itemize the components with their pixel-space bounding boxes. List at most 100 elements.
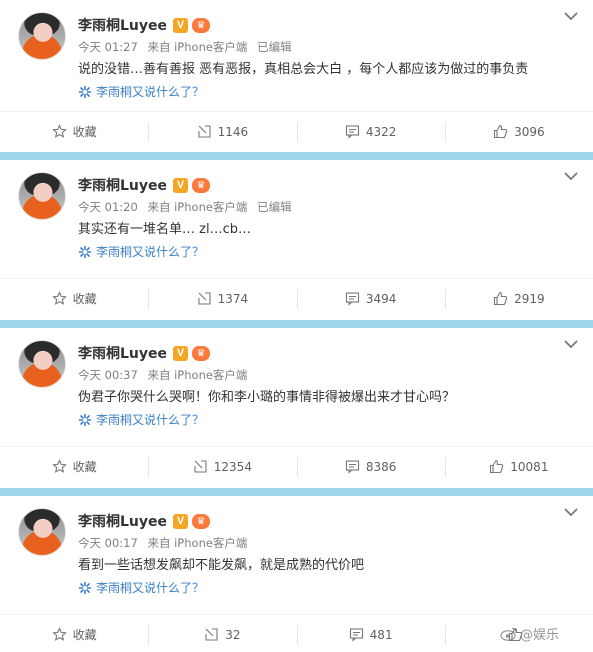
mention-link[interactable]: 李雨桐又说什么了？ [78,579,204,596]
post-content: 其实还有一堆名单… zl…cb… [78,222,251,237]
post-meta: 今天 01:27 来自 iPhone客户端 已编辑 [78,39,298,55]
like-icon [494,124,508,139]
repost-count: 32 [225,627,241,642]
like-icon [494,291,508,306]
vip-crown-icon: ♛ [192,17,211,33]
repost-button[interactable]: 1374 [148,279,296,318]
action-bar: 收藏 12354 8386 10081 [0,446,593,486]
like-count: 3096 [514,124,545,139]
verified-badge: V [173,345,189,361]
like-count: 10081 [510,459,549,474]
mention-text[interactable]: 李雨桐又说什么了？ [96,243,204,260]
comment-count: 8386 [365,459,397,474]
watermark-text: @娱乐 [520,628,560,643]
comment-icon [345,460,359,474]
repost-count: 1374 [217,291,249,306]
chevron-down-icon[interactable] [563,10,579,22]
repost-button[interactable]: 1146 [148,112,296,151]
favorite-label: 收藏 [72,460,97,474]
author-row: 李雨桐Luyee V ♛ [78,15,211,35]
author-name[interactable]: 李雨桐Luyee [78,511,167,531]
action-bar: 收藏 1374 3494 2919 [0,278,593,318]
comment-button[interactable]: 481 [296,615,445,652]
avatar[interactable] [18,12,66,60]
post-meta: 今天 00:17 来自 iPhone客户端 [78,535,253,551]
mention-link[interactable]: 李雨桐又说什么了？ [78,83,204,100]
author-name[interactable]: 李雨桐Luyee [78,175,167,195]
mention-link[interactable]: 李雨桐又说什么了？ [78,411,204,428]
post-time[interactable]: 今天 00:37 [78,368,138,382]
post-meta: 今天 01:20 来自 iPhone客户端 已编辑 [78,199,298,215]
mention-text[interactable]: 李雨桐又说什么了？ [96,579,204,596]
favorite-icon [51,627,67,641]
mention-star-icon [78,413,92,426]
favorite-button[interactable]: 收藏 [0,112,148,151]
author-row: 李雨桐Luyee V ♛ [78,511,211,531]
post-time[interactable]: 今天 01:20 [78,200,138,214]
repost-count: 12354 [213,459,252,474]
chevron-down-icon[interactable] [563,338,579,350]
post-meta: 今天 00:37 来自 iPhone客户端 [78,367,253,383]
post-source: 来自 iPhone客户端 [147,200,248,214]
favorite-label: 收藏 [72,292,97,306]
author-row: 李雨桐Luyee V ♛ [78,175,211,195]
post-source: 来自 iPhone客户端 [147,368,248,382]
post-source: 来自 iPhone客户端 [147,536,248,550]
favorite-label: 收藏 [72,125,97,139]
favorite-label: 收藏 [72,628,97,642]
author-name[interactable]: 李雨桐Luyee [78,15,167,35]
mention-star-icon [78,85,92,98]
repost-icon [198,125,211,138]
comment-button[interactable]: 4322 [296,112,445,151]
favorite-button[interactable]: 收藏 [0,615,148,652]
mention-star-icon [78,581,92,594]
repost-button[interactable]: 32 [148,615,296,652]
favorite-button[interactable]: 收藏 [0,279,148,318]
post-source: 来自 iPhone客户端 [147,40,248,54]
post-content: 说的没错…善有善报 恶有恶报，真相总会大白 ，每个人都应该为做过的事负责 [78,62,529,77]
like-count: 2919 [514,291,545,306]
post-time[interactable]: 今天 01:27 [78,40,138,54]
post-divider [0,488,593,496]
repost-button[interactable]: 12354 [148,447,296,486]
comment-button[interactable]: 8386 [296,447,445,486]
like-icon [490,459,504,474]
vip-crown-icon: ♛ [192,513,211,529]
favorite-icon [51,124,67,138]
post-content: 伪君子你哭什么哭啊！你和李小璐的事情非得被爆出来才甘心吗？ [78,390,456,405]
post-divider [0,320,593,328]
post-time[interactable]: 今天 00:17 [78,536,138,550]
like-button[interactable]: 3096 [444,112,593,151]
repost-count: 1146 [217,124,249,139]
repost-icon [198,292,211,305]
post-edited: 已编辑 [257,40,292,54]
post-edited: 已编辑 [257,200,292,214]
like-button[interactable]: 2919 [444,279,593,318]
avatar[interactable] [18,508,66,556]
mention-link[interactable]: 李雨桐又说什么了？ [78,243,204,260]
author-name[interactable]: 李雨桐Luyee [78,343,167,363]
vip-crown-icon: ♛ [192,345,211,361]
chevron-down-icon[interactable] [563,170,579,182]
mention-star-icon [78,245,92,258]
post-content: 看到一些话想发飙却不能发飙，就是成熟的代价吧 [78,558,365,573]
verified-badge: V [173,513,189,529]
repost-icon [205,628,218,641]
weibo-logo-icon [500,627,517,641]
chevron-down-icon[interactable] [563,506,579,518]
mention-text[interactable]: 李雨桐又说什么了？ [96,83,204,100]
comment-count: 3494 [365,291,397,306]
repost-icon [194,460,207,473]
avatar[interactable] [18,340,66,388]
avatar[interactable] [18,172,66,220]
mention-text[interactable]: 李雨桐又说什么了？ [96,411,204,428]
vip-crown-icon: ♛ [192,177,211,193]
comment-icon [349,628,363,642]
comment-icon [345,125,359,139]
favorite-button[interactable]: 收藏 [0,447,148,486]
like-button[interactable]: 10081 [444,447,593,486]
verified-badge: V [173,177,189,193]
comment-button[interactable]: 3494 [296,279,445,318]
comment-icon [345,292,359,306]
author-row: 李雨桐Luyee V ♛ [78,343,211,363]
